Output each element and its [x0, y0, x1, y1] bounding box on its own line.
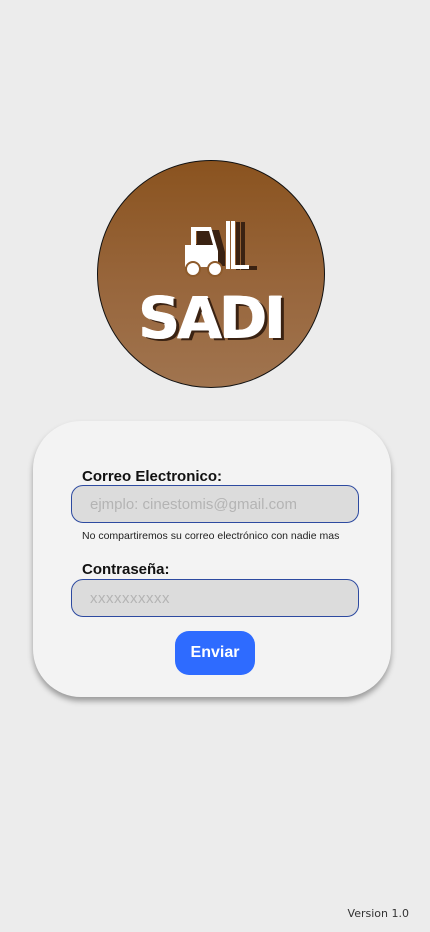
email-help-text: No compartiremos su correo electrónico c… — [82, 530, 340, 542]
email-field[interactable] — [71, 485, 359, 523]
forklift-icon — [185, 221, 257, 277]
login-card: Correo Electronico: No compartiremos su … — [33, 421, 391, 697]
version-text: Version 1.0 — [347, 907, 409, 920]
submit-button[interactable]: Enviar — [175, 631, 255, 675]
password-label: Contraseña: — [82, 561, 170, 578]
password-field[interactable] — [71, 579, 359, 617]
email-label: Correo Electronico: — [82, 468, 223, 485]
logo: SADI — [97, 160, 325, 388]
logo-text: SADI — [138, 284, 286, 352]
